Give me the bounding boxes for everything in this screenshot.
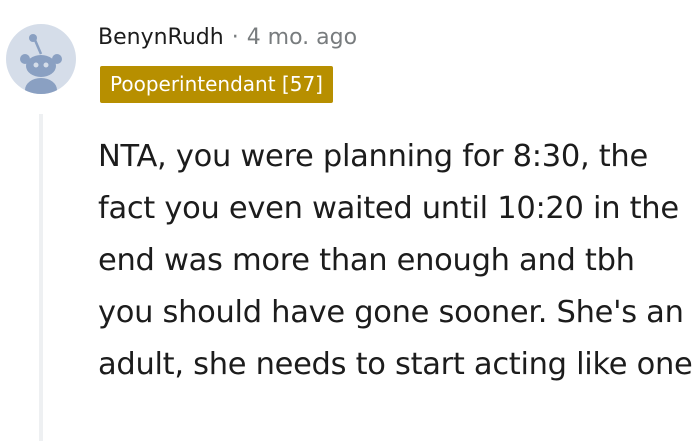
meta-separator: · bbox=[231, 24, 239, 50]
author-username[interactable]: BenynRudh bbox=[98, 25, 224, 50]
comment: BenynRudh · 4 mo. ago Pooperintendant [5… bbox=[0, 0, 700, 441]
comment-body: NTA, you were planning for 8:30, the fac… bbox=[98, 139, 693, 382]
user-flair: Pooperintendant [57] bbox=[100, 66, 333, 103]
user-avatar[interactable] bbox=[6, 24, 76, 94]
snoo-avatar-icon bbox=[20, 34, 62, 94]
comment-header: BenynRudh · 4 mo. ago bbox=[98, 20, 357, 54]
comment-timestamp[interactable]: 4 mo. ago bbox=[247, 25, 357, 50]
thread-collapse-line[interactable] bbox=[39, 114, 43, 441]
